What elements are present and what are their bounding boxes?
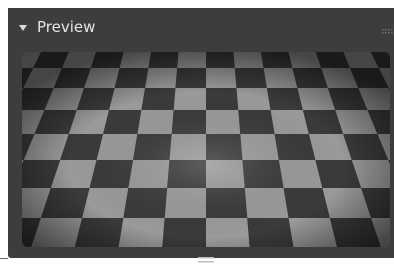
- vignette-shading: [22, 52, 390, 247]
- collapse-triangle-icon[interactable]: [18, 20, 28, 31]
- material-preview: [22, 52, 390, 247]
- resize-handle-icon[interactable]: [198, 251, 214, 263]
- preview-panel: Preview: [8, 8, 394, 263]
- outer-border-edge: [0, 258, 8, 259]
- drag-grip-icon[interactable]: [382, 22, 394, 34]
- panel-title: Preview: [37, 18, 96, 36]
- panel-header[interactable]: Preview: [8, 8, 394, 46]
- checkerboard-floor: [22, 52, 390, 247]
